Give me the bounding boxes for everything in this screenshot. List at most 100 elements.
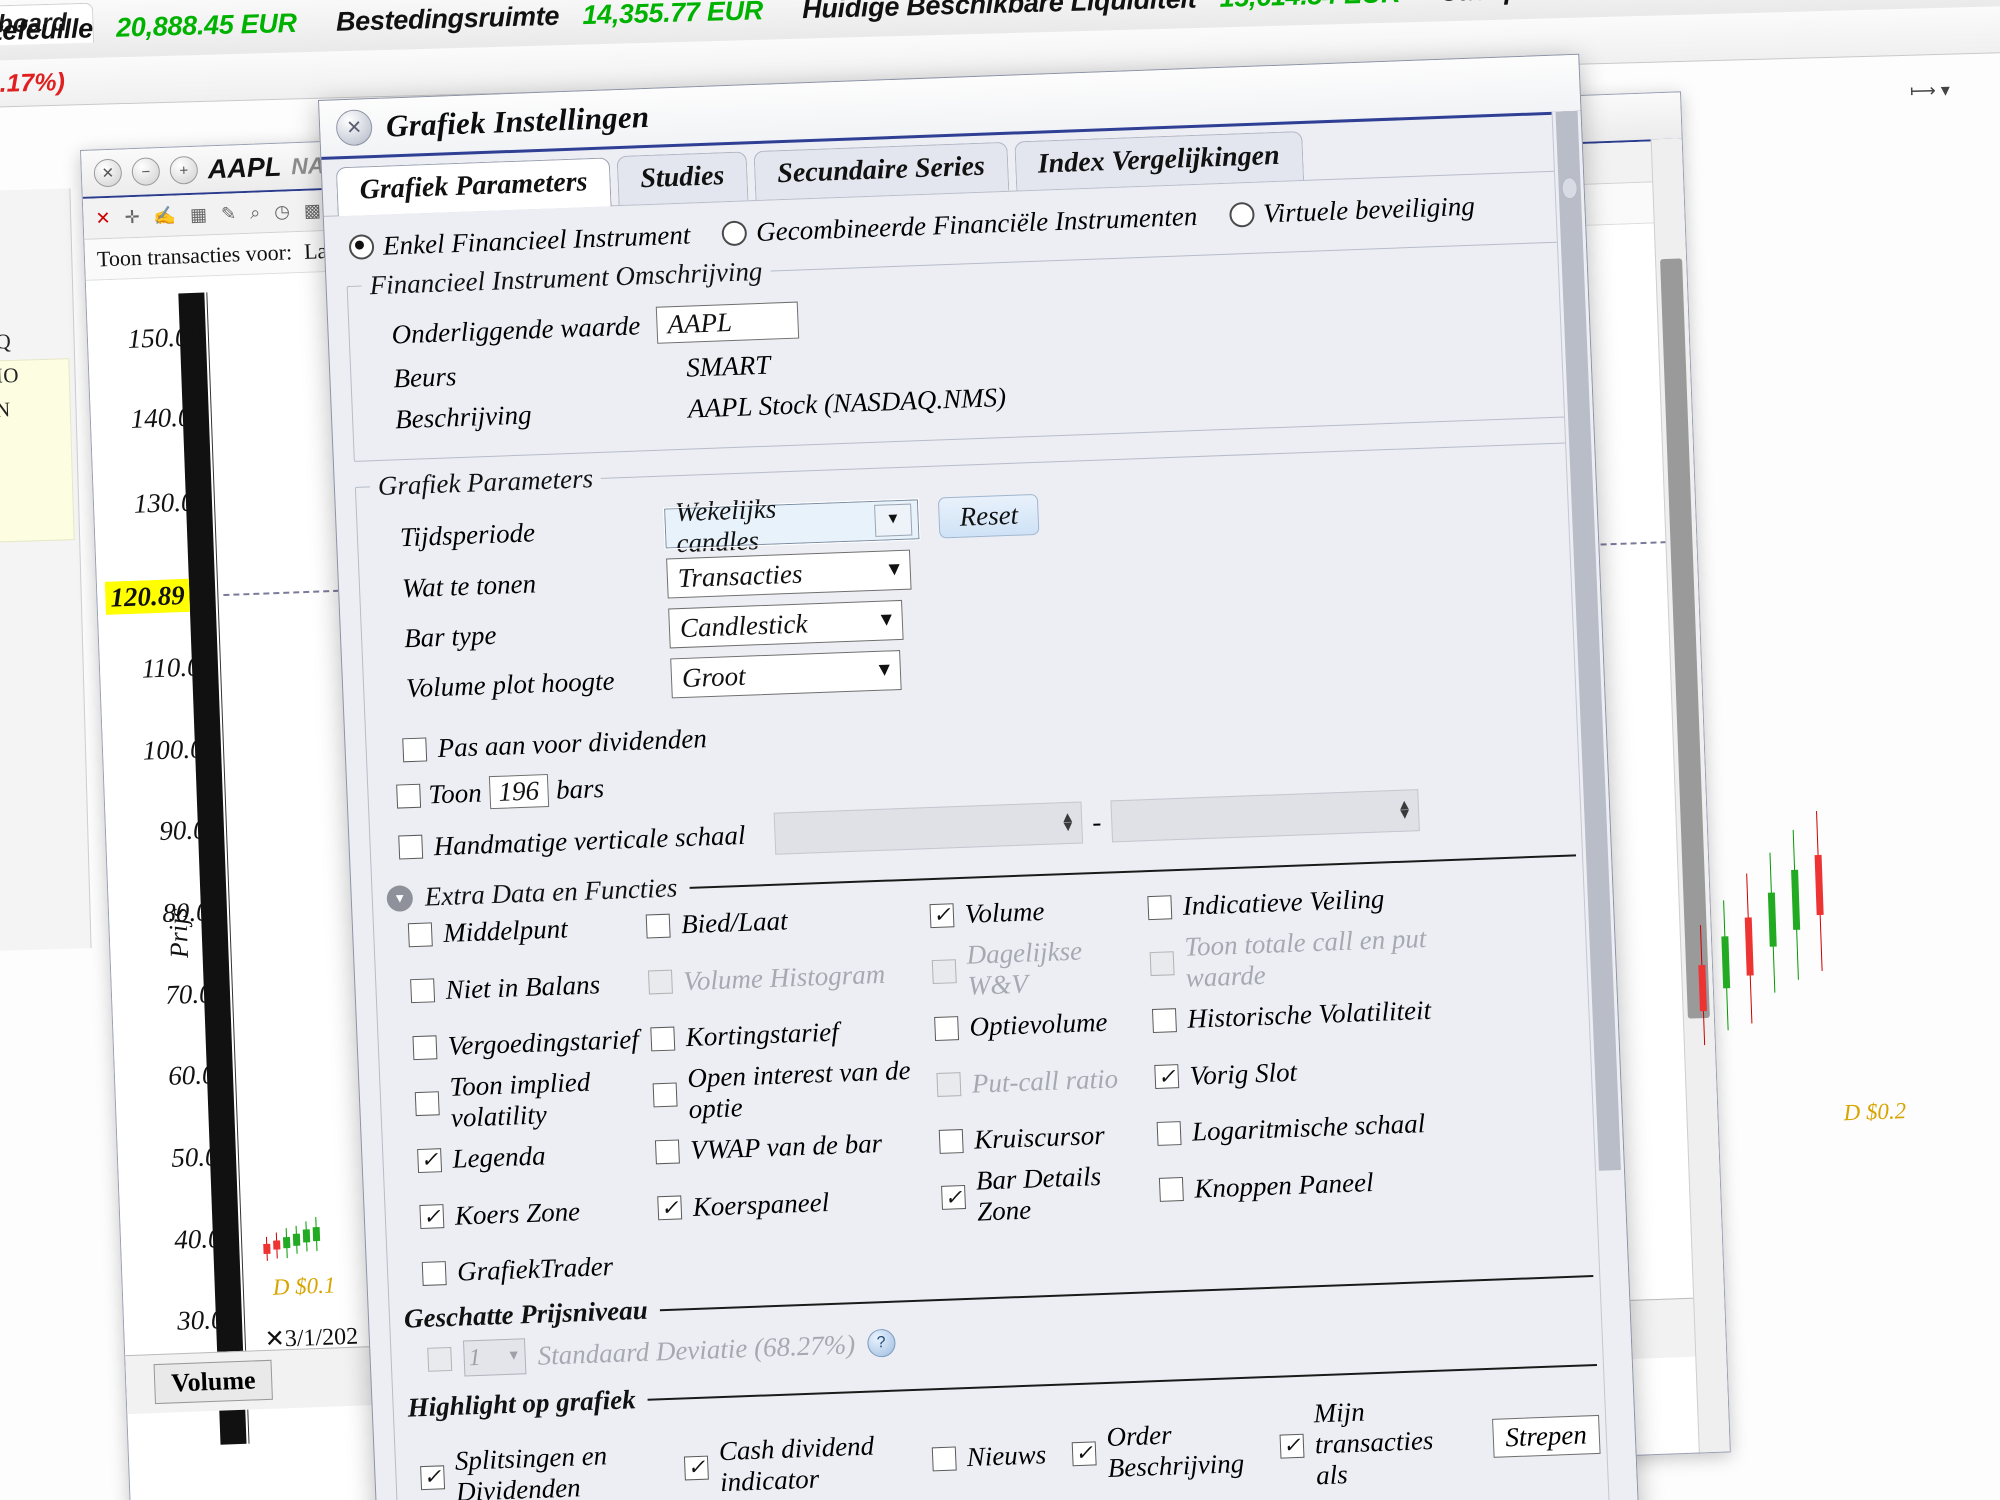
checkbox-vorig-slot[interactable]: ✓ Vorig Slot [1153, 1034, 1485, 1108]
spinner-icon[interactable]: ▲ ▼ [1060, 810, 1076, 836]
label-bar-type: Bar type [403, 619, 497, 653]
checkbox-icon [645, 913, 671, 939]
zoom-icon[interactable]: ⌕ [250, 202, 261, 223]
checkbox-knoppen-paneel[interactable]: Knoppen Paneel [1158, 1147, 1490, 1221]
status-label-1: Bestedingsruimte [335, 0, 560, 37]
checkbox-legenda[interactable]: ✓ Legenda [417, 1137, 650, 1176]
checkbox-label: Toon implied volatility [448, 1066, 591, 1133]
y-tick-8: 60.00 [167, 1058, 230, 1091]
checkbox-label: Indicatieve Veiling [1182, 883, 1385, 921]
checkbox-label: Nieuws [966, 1439, 1047, 1473]
checkbox-middelpunt[interactable]: Middelpunt [407, 911, 641, 950]
checkbox-kruiscursor[interactable]: Kruiscursor [938, 1118, 1152, 1157]
checkbox-kortingstarief[interactable]: Kortingstarief [650, 1013, 929, 1054]
checkbox-grafiektrader[interactable]: GrafiekTrader [421, 1249, 655, 1288]
checkbox-label: Put-call ratio [971, 1062, 1119, 1099]
volumeheight-combo[interactable]: Groot ▼ [670, 650, 902, 699]
price-level-section-title: Geschatte Prijsniveau [403, 1294, 649, 1334]
chevron-down-icon[interactable]: ▼ [877, 609, 897, 632]
checkbox-indicatieve-veiling[interactable]: Indicatieve Veiling [1147, 880, 1478, 923]
maximize-icon[interactable]: + [169, 155, 199, 185]
radio-icon [721, 220, 748, 247]
spinner-icon[interactable]: ▲ ▼ [1397, 797, 1413, 823]
checkbox-icon [936, 1072, 962, 1097]
timeperiod-combo[interactable]: Wekelijks candles ▼ [663, 493, 921, 558]
checkbox-cash-dividend-indicator[interactable]: ✓ Cash dividend indicator [683, 1429, 907, 1499]
scale-from-input[interactable]: ▲ ▼ [773, 801, 1084, 855]
delete-icon[interactable]: ✕ [95, 207, 111, 229]
checkbox-koers-zone[interactable]: ✓ Koers Zone [419, 1178, 653, 1248]
checkbox-bar-details-zone[interactable]: ✓ Bar Details Zone [940, 1159, 1154, 1229]
checkbox-vergoedingstarief[interactable]: Vergoedingstarief [412, 1024, 645, 1063]
checkbox-icon [398, 834, 424, 860]
checkbox-icon: ✓ [1071, 1440, 1097, 1466]
label-beurs: Beurs [392, 361, 458, 394]
checkbox-label: Bar Details Zone [975, 1161, 1102, 1227]
label-beschrijving: Beschrijving [394, 399, 533, 435]
checkbox-icon [647, 969, 673, 995]
tab-grafiek-parameters[interactable]: Grafiek Parameters [335, 157, 612, 217]
whattoshow-combo[interactable]: Transacties ▼ [666, 549, 912, 599]
radio-virtuele-beveiliging[interactable]: Virtuele beveiliging [1228, 191, 1476, 231]
close-icon[interactable]: ✕ [93, 158, 123, 188]
chevron-down-icon[interactable]: ▼ [875, 659, 895, 682]
scale-to-input[interactable]: ▲ ▼ [1110, 789, 1420, 843]
bars-count-input[interactable]: 196 [488, 774, 549, 810]
y-tick-0: 150.00 [127, 321, 203, 354]
crosshair-icon[interactable]: ✛ [124, 206, 140, 228]
chevron-down-icon[interactable]: ▼ [885, 559, 905, 582]
std-deviation-label: Standaard Deviatie (68.27%) [537, 1328, 856, 1371]
status-value-0: 20,888.45 EUR [115, 7, 298, 43]
chart-settings-dialog: ✕ Grafiek Instellingen Grafiek Parameter… [318, 53, 1640, 1500]
help-icon[interactable]: ? [866, 1328, 896, 1358]
hand-icon[interactable]: ✍ [153, 205, 176, 227]
transaction-style-input[interactable]: Strepen [1491, 1414, 1601, 1458]
reset-button[interactable]: Reset [937, 493, 1040, 539]
tab-secundaire-series[interactable]: Secundaire Series [753, 141, 1009, 201]
volumeheight-value: Groot [681, 660, 747, 693]
minimize-icon[interactable]: − [131, 157, 161, 187]
checkbox-niet-in-balans[interactable]: Niet in Balans [409, 952, 643, 1022]
window-controls[interactable]: ⟼ ▾ [1910, 79, 1981, 103]
dialog-body: Enkel Financieel Instrument Gecombineerd… [324, 171, 1640, 1500]
checkbox-label: Pas aan voor dividenden [437, 723, 708, 764]
checkbox-volume[interactable]: ✓ Volume [929, 892, 1142, 931]
checkbox-bied-laat[interactable]: Bied/Laat [645, 900, 925, 941]
checkbox-label: Cash dividend indicator [718, 1430, 875, 1497]
chart-settings-icon[interactable]: ▩ [304, 200, 322, 222]
checkbox-nieuws[interactable]: Nieuws [931, 1439, 1047, 1474]
checkbox-historische-volatiliteit[interactable]: Historische Volatiliteit [1151, 993, 1483, 1036]
chevron-down-icon[interactable]: ▼ [873, 503, 913, 537]
checkbox-open-interest-van-de-optie[interactable]: Open interest van de optie [652, 1054, 932, 1126]
chevron-down-icon[interactable]: ▼ [386, 884, 414, 912]
checkbox-order-beschrijving[interactable]: ✓ Order Beschrijving [1071, 1416, 1255, 1485]
instrument-group-legend: Financieel Instrument Omschrijving [369, 255, 763, 301]
clock-icon[interactable]: ◷ [274, 201, 290, 223]
tab-studies[interactable]: Studies [616, 151, 749, 206]
checkbox-label: Handmatige verticale schaal [433, 819, 747, 861]
pencil-icon[interactable]: ✎ [221, 203, 237, 225]
std-deviation-combo[interactable]: 1 ▼ [462, 1338, 527, 1377]
checkbox-vwap-van-de-bar[interactable]: VWAP van de bar [654, 1126, 934, 1167]
checkbox-logaritmische-schaal[interactable]: Logaritmische schaal [1156, 1106, 1487, 1149]
checkbox-optievolume[interactable]: Optievolume [934, 1005, 1147, 1044]
underlying-input[interactable]: AAPL [655, 301, 800, 344]
background-candles-right: D $0.2 [1683, 795, 2000, 1226]
checkbox-icon [421, 1260, 447, 1286]
checkbox-label: Legenda [451, 1140, 547, 1174]
checkbox-label: Order Beschrijving [1105, 1419, 1245, 1483]
checkbox-icon [1151, 1007, 1177, 1033]
checkbox-icon [407, 921, 433, 947]
y-tick-9: 50.00 [170, 1140, 233, 1173]
tab-index-vergelijkingen[interactable]: Index Vergelijkingen [1013, 130, 1304, 191]
checkbox-splitsingen-en-dividenden[interactable]: ✓ Splitsingen en Dividenden [419, 1438, 660, 1500]
radio-enkel-financieel-instrument[interactable]: Enkel Financieel Instrument [348, 219, 691, 262]
close-icon[interactable]: ✕ [335, 109, 373, 147]
checkbox-mijn-transacties-als[interactable]: ✓ Mijn transacties als [1278, 1393, 1468, 1493]
bartype-combo[interactable]: Candlestick ▼ [668, 599, 904, 649]
checkbox-toon-implied-volatility[interactable]: Toon implied volatility [414, 1065, 648, 1135]
left-fragment-4: NCE [0, 424, 85, 462]
checkbox-icon [931, 1446, 957, 1471]
grid-icon[interactable]: ▦ [190, 204, 208, 226]
checkbox-koerspaneel[interactable]: ✓ Koerspaneel [656, 1167, 936, 1239]
